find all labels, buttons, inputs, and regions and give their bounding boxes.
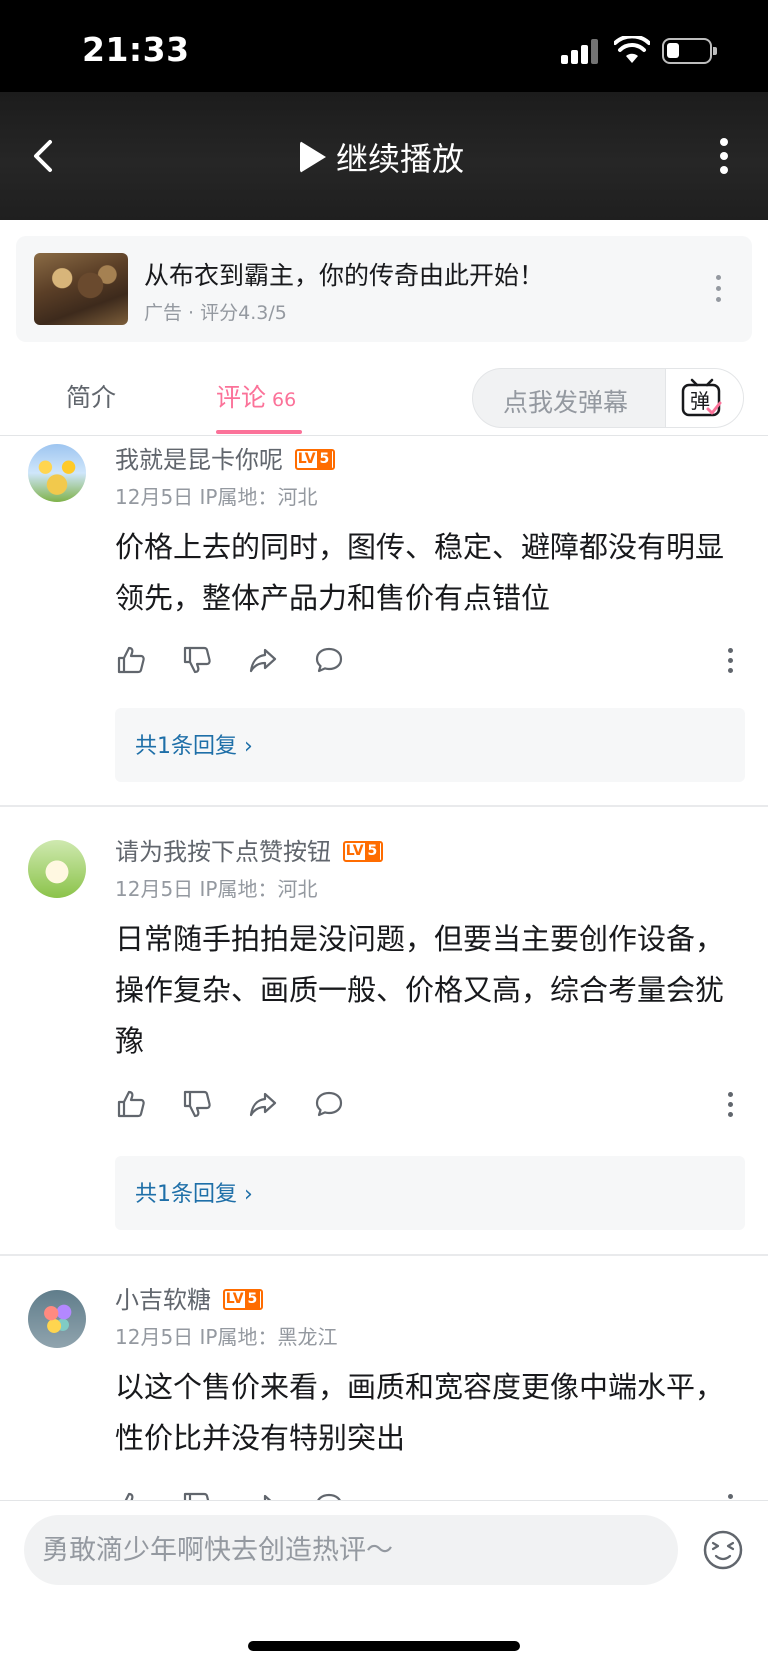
resume-play-button[interactable]: 继续播放: [300, 136, 464, 178]
level-badge: LV 5: [223, 1288, 263, 1310]
comment-composer-bar: [0, 1500, 768, 1663]
share-icon[interactable]: [247, 1088, 279, 1120]
danmaku-placeholder: 点我发弹幕: [503, 388, 629, 417]
reply-icon[interactable]: [313, 1088, 345, 1120]
comment-divider: [0, 1254, 768, 1256]
status-bar: 21:33: [0, 0, 768, 92]
comment-more-icon[interactable]: [723, 646, 737, 678]
level-badge: LV 5: [295, 448, 335, 470]
play-icon: [300, 141, 326, 173]
username[interactable]: 请为我按下点赞按钮 LV 5: [115, 832, 383, 867]
tab-divider: [0, 435, 768, 436]
ad-thumbnail: [34, 253, 128, 325]
username[interactable]: 我就是昆卡你呢 LV 5: [115, 440, 335, 475]
view-replies-link[interactable]: 共1条回复 ›: [135, 728, 253, 760]
danmaku-input[interactable]: 点我发弹幕 弹: [472, 368, 744, 428]
danmaku-toggle-button[interactable]: 弹: [665, 369, 743, 427]
video-player-header: 继续播放: [0, 92, 768, 220]
comment-text: 价格上去的同时，图传、稳定、避障都没有明显领先，整体产品力和售价有点错位: [115, 530, 725, 615]
tab-intro[interactable]: 简介: [66, 378, 116, 414]
username[interactable]: 小吉软糖 LV 5: [115, 1280, 263, 1315]
battery-icon: [662, 38, 717, 64]
avatar[interactable]: [28, 1290, 86, 1348]
like-icon[interactable]: [115, 644, 147, 676]
comment-text: 以这个售价来看，画质和宽容度更像中端水平，性价比并没有特别突出: [115, 1370, 725, 1455]
tab-comments[interactable]: 评论 66: [216, 378, 296, 414]
active-tab-indicator: [216, 430, 302, 434]
back-icon[interactable]: [28, 134, 62, 178]
comment-actions: [115, 644, 745, 680]
status-time: 21:33: [82, 30, 190, 69]
tab-bar: 简介 评论 66 点我发弹幕 弹: [0, 356, 768, 436]
comment-more-icon[interactable]: [723, 1090, 737, 1122]
dislike-icon[interactable]: [181, 1088, 213, 1120]
comments-count: 66: [272, 389, 297, 411]
ad-more-icon[interactable]: [712, 272, 726, 306]
reply-summary[interactable]: 共1条回复 ›: [115, 708, 745, 782]
avatar[interactable]: [28, 840, 86, 898]
home-indicator: [248, 1641, 520, 1651]
comment-meta: 12月5日 IP属地：河北: [115, 485, 318, 509]
comment-divider: [0, 805, 768, 807]
view-replies-link[interactable]: 共1条回复 ›: [135, 1176, 253, 1208]
avatar[interactable]: [28, 444, 86, 502]
resume-label: 继续播放: [336, 140, 465, 178]
share-icon[interactable]: [247, 644, 279, 676]
ad-subtitle: 广告 · 评分4.3/5: [144, 302, 287, 324]
ad-card[interactable]: 从布衣到霸主，你的传奇由此开始！ 广告 · 评分4.3/5: [16, 236, 752, 342]
cellular-signal-icon: [561, 38, 599, 64]
comment-actions: [115, 1088, 745, 1124]
reply-icon[interactable]: [313, 644, 345, 676]
level-badge: LV 5: [343, 840, 383, 862]
dislike-icon[interactable]: [181, 644, 213, 676]
more-options-icon[interactable]: [714, 134, 734, 178]
comment-meta: 12月5日 IP属地：黑龙江: [115, 1325, 338, 1349]
emoji-icon[interactable]: [702, 1529, 744, 1571]
danmaku-icon: 弹: [681, 378, 722, 417]
comment-input[interactable]: [24, 1515, 678, 1585]
reply-summary[interactable]: 共1条回复 ›: [115, 1156, 745, 1230]
like-icon[interactable]: [115, 1088, 147, 1120]
tab-comments-label: 评论: [216, 383, 267, 412]
comment-text: 日常随手拍拍是没问题，但要当主要创作设备，操作复杂、画质一般、价格又高，综合考量…: [115, 922, 725, 1058]
wifi-icon: [613, 34, 651, 64]
comment-meta: 12月5日 IP属地：河北: [115, 877, 318, 901]
ad-title: 从布衣到霸主，你的传奇由此开始！: [144, 261, 545, 290]
